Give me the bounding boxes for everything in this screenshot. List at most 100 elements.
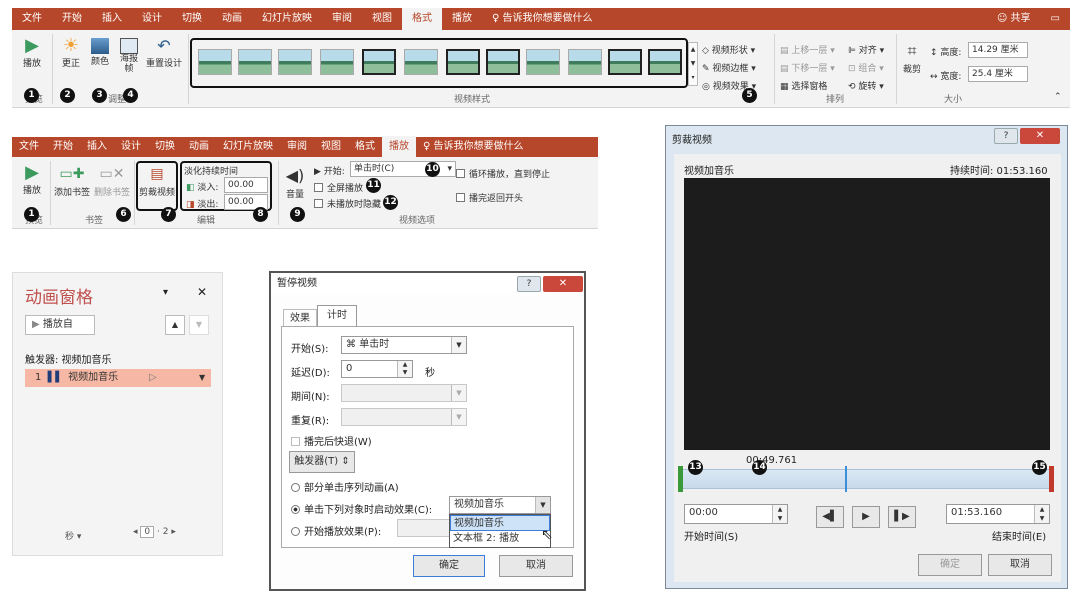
start-trim-handle[interactable] bbox=[678, 466, 683, 492]
volume-button[interactable]: ◀) 音量 bbox=[282, 165, 308, 200]
period-select[interactable]: ▼ bbox=[341, 384, 467, 402]
tab-view[interactable]: 视图 bbox=[362, 8, 402, 30]
delay-input[interactable]: 0 ▲ ▼ bbox=[341, 360, 413, 378]
group-button[interactable]: ⊡ 组合 ▾ bbox=[848, 61, 884, 74]
close-icon[interactable]: ✕ bbox=[197, 285, 207, 299]
help-button[interactable]: ? bbox=[517, 276, 541, 292]
ok-button[interactable]: 确定 bbox=[413, 555, 485, 577]
remove-bookmark-button[interactable]: ▭✕ 删除书签 bbox=[92, 163, 132, 198]
style-thumb[interactable] bbox=[486, 49, 520, 75]
play-button[interactable]: ▶ 播放 bbox=[18, 163, 46, 197]
play-button[interactable]: ▶ 播放 bbox=[18, 36, 46, 70]
tab-playback[interactable]: 播放 bbox=[442, 8, 482, 30]
tab-format[interactable]: 格式 bbox=[402, 8, 442, 30]
tab-slideshow[interactable]: 幻灯片放映 bbox=[252, 8, 322, 30]
fade-in-input[interactable]: 00.00 bbox=[224, 177, 268, 193]
comment-icon[interactable]: ▭ bbox=[1041, 8, 1070, 30]
timeline-pager[interactable]: ◂ 0 · 2 ▸ bbox=[133, 526, 176, 538]
start-select[interactable]: ⌘ 单击时 ▼ bbox=[341, 336, 467, 354]
tab-timing[interactable]: 计时 bbox=[317, 305, 357, 327]
pane-options-icon[interactable]: ▾ bbox=[163, 287, 168, 298]
reset-design-button[interactable]: ↶ 重置设计 bbox=[144, 36, 184, 69]
previous-frame-button[interactable]: ◀▌ bbox=[816, 506, 844, 528]
start-effect-select[interactable] bbox=[397, 519, 451, 537]
style-thumb[interactable] bbox=[320, 49, 354, 75]
animation-list-item[interactable]: 1 ▌▌ 视频加音乐 ▷ ▼ bbox=[25, 369, 211, 387]
trigger-button[interactable]: 触发器(T) ⇕ bbox=[289, 451, 355, 473]
tab-design[interactable]: 设计 bbox=[132, 8, 172, 30]
video-shape-button[interactable]: ◇ 视频形状 ▾ bbox=[702, 43, 755, 56]
tab-insert[interactable]: 插入 bbox=[80, 136, 114, 158]
next-frame-button[interactable]: ▌▶ bbox=[888, 506, 916, 528]
style-thumb[interactable] bbox=[446, 49, 480, 75]
tab-effect[interactable]: 效果 bbox=[283, 309, 317, 327]
play-from-button[interactable]: ▶ 播放自 bbox=[25, 315, 95, 335]
move-up-button[interactable]: ▲ bbox=[165, 315, 185, 335]
move-down-button[interactable]: ▼ bbox=[189, 315, 209, 335]
style-thumb[interactable] bbox=[198, 49, 232, 75]
tab-review[interactable]: 审阅 bbox=[280, 136, 314, 158]
dropdown-option[interactable]: 视频加音乐 bbox=[450, 515, 550, 531]
share-button[interactable]: ☺ 共享 bbox=[987, 8, 1041, 30]
tell-me-search[interactable]: ♀ 告诉我你想要做什么 bbox=[416, 136, 531, 158]
tab-playback[interactable]: 播放 bbox=[382, 136, 416, 158]
crop-button[interactable]: ⌗ 裁剪 bbox=[900, 40, 924, 75]
align-button[interactable]: ⊫ 对齐 ▾ bbox=[848, 43, 884, 56]
cancel-button[interactable]: 取消 bbox=[499, 555, 573, 577]
end-time-input[interactable]: 01:53.160 ▲ ▼ bbox=[946, 504, 1050, 524]
close-button[interactable]: ✕ bbox=[543, 276, 583, 292]
send-backward-button[interactable]: ▤ 下移一层 ▾ bbox=[780, 61, 835, 74]
rotate-button[interactable]: ⟲ 旋转 ▾ bbox=[848, 79, 884, 92]
chevron-down-icon[interactable]: ▼ bbox=[199, 369, 205, 387]
loop-checkbox[interactable]: 循环播放，直到停止 bbox=[456, 167, 550, 180]
dropdown-option[interactable]: 文本框 2: 播放 bbox=[450, 531, 550, 547]
tab-view[interactable]: 视图 bbox=[314, 136, 348, 158]
start-time-input[interactable]: 00:00 ▲ ▼ bbox=[684, 504, 788, 524]
end-trim-handle[interactable] bbox=[1049, 466, 1054, 492]
timeline-track[interactable] bbox=[680, 469, 1054, 489]
tab-animations[interactable]: 动画 bbox=[182, 136, 216, 158]
tab-slideshow[interactable]: 幻灯片放映 bbox=[216, 136, 280, 158]
seconds-dropdown[interactable]: 秒 ▾ bbox=[65, 529, 81, 542]
width-input[interactable]: 25.4 厘米 bbox=[968, 66, 1028, 82]
playhead-marker[interactable] bbox=[844, 466, 847, 492]
trim-video-button[interactable]: ▤ 剪裁视频 bbox=[138, 163, 176, 198]
selection-pane-button[interactable]: ▦ 选择窗格 bbox=[780, 79, 827, 92]
correct-button[interactable]: ☀ 更正 bbox=[58, 36, 84, 70]
ok-button[interactable]: 确定 bbox=[918, 554, 982, 576]
hide-checkbox[interactable]: 未播放时隐藏 bbox=[314, 197, 381, 210]
style-thumb[interactable] bbox=[648, 49, 682, 75]
tab-animations[interactable]: 动画 bbox=[212, 8, 252, 30]
start-dropdown[interactable]: 单击时(C) ▾ bbox=[350, 161, 456, 177]
video-border-button[interactable]: ✎ 视频边框 ▾ bbox=[702, 61, 756, 74]
tab-home[interactable]: 开始 bbox=[52, 8, 92, 30]
style-thumb[interactable] bbox=[608, 49, 642, 75]
tab-review[interactable]: 审阅 bbox=[322, 8, 362, 30]
option-click-object[interactable]: 单击下列对象时启动效果(C): bbox=[291, 501, 432, 516]
play-button[interactable]: ▶ bbox=[852, 506, 880, 528]
gallery-scroll[interactable]: ▲ ▼ ▾ bbox=[688, 42, 698, 86]
cancel-button[interactable]: 取消 bbox=[988, 554, 1052, 576]
tab-insert[interactable]: 插入 bbox=[92, 8, 132, 30]
close-button[interactable]: ✕ bbox=[1020, 128, 1060, 144]
style-thumb[interactable] bbox=[526, 49, 560, 75]
style-thumb[interactable] bbox=[278, 49, 312, 75]
tab-format[interactable]: 格式 bbox=[348, 136, 382, 158]
height-input[interactable]: 14.29 厘米 bbox=[968, 42, 1028, 58]
rewind-checkbox[interactable]: 播完返回开头 bbox=[456, 191, 523, 204]
help-button[interactable]: ? bbox=[994, 128, 1018, 144]
style-thumb[interactable] bbox=[238, 49, 272, 75]
repeat-select[interactable]: ▼ bbox=[341, 408, 467, 426]
add-bookmark-button[interactable]: ▭✚ 添加书签 bbox=[52, 163, 92, 198]
style-thumb[interactable] bbox=[404, 49, 438, 75]
color-button[interactable]: 颜色 bbox=[88, 36, 112, 67]
poster-frame-button[interactable]: 海报帧 bbox=[116, 36, 142, 74]
tab-design[interactable]: 设计 bbox=[114, 136, 148, 158]
style-thumb[interactable] bbox=[568, 49, 602, 75]
tab-transitions[interactable]: 切换 bbox=[172, 8, 212, 30]
option-partial-sequence[interactable]: 部分单击序列动画(A) bbox=[291, 479, 399, 494]
style-thumb[interactable] bbox=[362, 49, 396, 75]
tab-file[interactable]: 文件 bbox=[12, 136, 46, 158]
tell-me-search[interactable]: ♀ 告诉我你想要做什么 bbox=[482, 8, 603, 30]
fullscreen-checkbox[interactable]: 全屏播放 bbox=[314, 181, 363, 194]
